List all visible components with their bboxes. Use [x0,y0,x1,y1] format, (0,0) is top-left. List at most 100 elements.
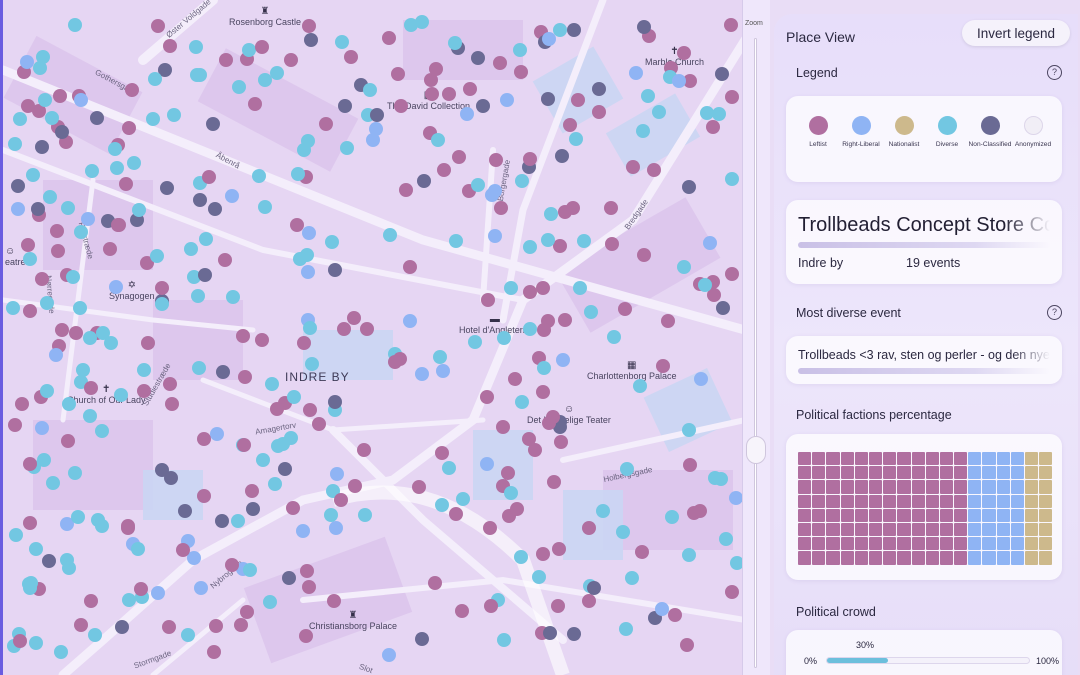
event-dot[interactable] [130,541,145,556]
event-dot[interactable] [522,240,537,255]
event-dot[interactable] [677,259,692,274]
event-dot[interactable] [625,160,640,175]
event-dot[interactable] [131,203,146,218]
event-dot[interactable] [335,34,350,49]
event-dot[interactable] [592,104,607,119]
zoom-control[interactable]: Zoom [742,0,770,675]
event-dot[interactable] [224,557,239,572]
event-dot[interactable] [581,521,596,536]
event-dot[interactable] [110,218,125,233]
event-dot[interactable] [150,18,165,33]
event-dot[interactable] [576,233,591,248]
event-dot[interactable] [61,433,76,448]
event-dot[interactable] [301,225,316,240]
event-dot[interactable] [484,188,499,203]
event-dot[interactable] [257,200,272,215]
place-name-scrollbar[interactable] [798,242,1050,248]
event-dot[interactable] [357,507,372,522]
event-dot[interactable] [303,402,318,417]
event-dot[interactable] [434,497,449,512]
event-dot[interactable] [136,384,151,399]
event-dot[interactable] [480,389,495,404]
event-dot[interactable] [124,82,139,97]
event-dot[interactable] [686,505,701,520]
event-dot[interactable] [244,483,259,498]
event-dot[interactable] [681,422,696,437]
event-dot[interactable] [415,631,430,646]
legend-item-non-classified[interactable]: Non-Classified [968,116,1012,149]
event-dot[interactable] [118,177,133,192]
event-dot[interactable] [140,335,155,350]
event-dot[interactable] [499,93,514,107]
event-dot[interactable] [435,363,450,378]
event-dot[interactable] [34,139,49,154]
event-dot[interactable] [214,513,229,528]
event-dot[interactable] [483,599,498,614]
legend-item-anonymized[interactable]: Anonymized [1011,116,1055,149]
event-dot[interactable] [536,360,551,375]
event-dot[interactable] [635,544,650,559]
event-dot[interactable] [681,180,696,195]
event-dot[interactable] [416,173,431,188]
event-dot[interactable] [113,387,128,402]
event-dot[interactable] [262,594,277,609]
zoom-slider-handle[interactable] [746,436,766,464]
event-name-scrollbar[interactable] [798,368,1050,374]
event-dot[interactable] [270,439,285,454]
event-dot[interactable] [536,384,551,399]
event-dot[interactable] [521,431,536,446]
event-dot[interactable] [231,513,246,528]
event-dot[interactable] [136,362,151,377]
event-dot[interactable] [647,162,662,177]
event-dot[interactable] [41,553,56,568]
event-dot[interactable] [667,607,682,622]
event-dot[interactable] [398,182,413,197]
event-dot[interactable] [509,501,524,516]
event-dot[interactable] [604,237,619,252]
event-dot[interactable] [553,434,568,449]
event-dot[interactable] [290,166,305,181]
event-dot[interactable] [492,55,507,70]
event-dot[interactable] [637,247,651,262]
event-dot[interactable] [94,518,109,533]
event-dot[interactable] [252,168,267,183]
event-dot[interactable] [328,262,343,277]
event-dot[interactable] [724,584,739,599]
event-dot[interactable] [236,328,251,343]
event-dot[interactable] [430,132,445,147]
event-dot[interactable] [381,30,396,45]
event-dot[interactable] [522,284,537,299]
event-dot[interactable] [702,235,717,250]
legend-item-diverse[interactable]: Diverse [925,116,969,149]
event-dot[interactable] [198,267,213,282]
event-dot[interactable] [475,98,490,113]
event-dot[interactable] [482,520,497,535]
event-dot[interactable] [50,223,65,238]
event-dot[interactable] [429,61,444,76]
event-dot[interactable] [568,132,583,147]
event-dot[interactable] [73,225,88,240]
event-dot[interactable] [441,86,456,101]
event-dot[interactable] [45,110,60,125]
event-dot[interactable] [402,313,417,328]
event-dot[interactable] [543,626,558,641]
event-dot[interactable] [217,252,232,267]
event-dot[interactable] [165,396,180,411]
event-dot[interactable] [301,580,316,595]
event-dot[interactable] [161,620,176,635]
event-dot[interactable] [70,509,85,524]
event-dot[interactable] [390,67,405,82]
event-dot[interactable] [34,420,49,435]
event-dot[interactable] [337,98,352,113]
event-dot[interactable] [115,619,130,634]
event-dot[interactable] [652,104,667,119]
event-dot[interactable] [297,335,312,350]
event-dot[interactable] [344,49,359,64]
event-dot[interactable] [155,296,170,311]
event-dot[interactable] [581,594,596,609]
event-dot[interactable] [715,66,730,81]
event-dot[interactable] [414,367,429,382]
event-dot[interactable] [304,32,319,47]
event-dot[interactable] [540,233,555,248]
event-dot[interactable] [536,322,551,337]
